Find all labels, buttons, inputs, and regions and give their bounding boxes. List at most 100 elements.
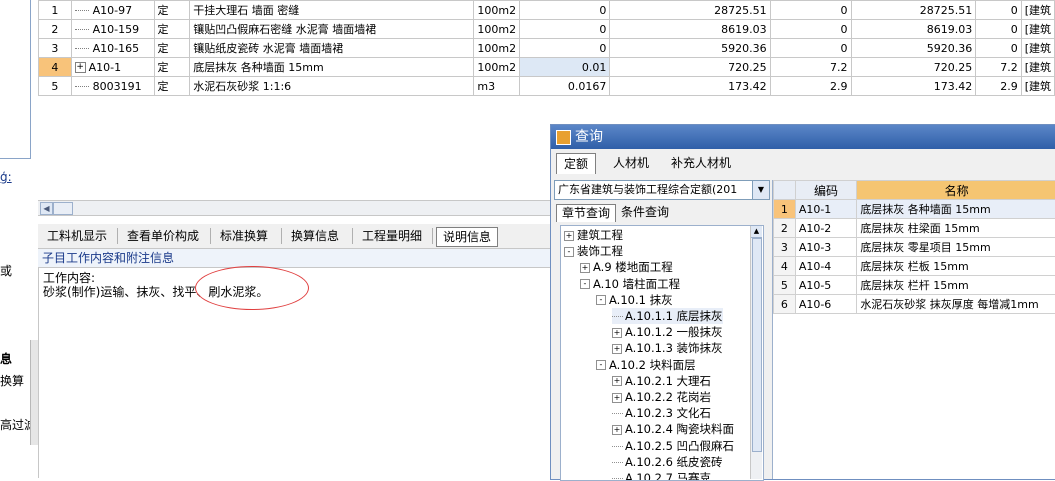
item-unit-price[interactable]: 5920.36 [610,39,770,58]
expand-icon[interactable]: + [612,376,622,386]
left-fragment-text[interactable]: 换算 [0,372,24,389]
tab-description[interactable]: 说明信息 [436,227,498,247]
expand-icon[interactable]: + [580,263,590,273]
item-category[interactable]: [建筑 [1021,77,1054,96]
tree-node[interactable]: +A.10.1.2 一般抹灰 [612,324,723,340]
item-unit[interactable]: m3 [474,77,520,96]
collapse-icon[interactable]: - [596,295,606,305]
item-unit[interactable]: 100m2 [474,58,520,77]
item-code-cell[interactable]: +A10-1 [71,58,154,77]
row-number[interactable]: 3 [39,39,72,58]
table-row[interactable]: 1A10-97定干挂大理石 墙面 密缝100m2028725.51028725.… [39,1,1055,20]
item-code-cell[interactable]: A10-165 [71,39,154,58]
result-index[interactable]: 4 [774,257,796,276]
result-index[interactable]: 3 [774,238,796,257]
item-total-amount[interactable]: 2.9 [976,77,1021,96]
item-code-cell[interactable]: A10-159 [71,20,154,39]
item-total-amount[interactable]: 0 [976,1,1021,20]
tab-condition-query[interactable]: 条件查询 [616,204,674,221]
item-quantity[interactable]: 0.01 [520,58,610,77]
item-category[interactable]: [建筑 [1021,20,1054,39]
row-number[interactable]: 1 [39,1,72,20]
row-number[interactable]: 2 [39,20,72,39]
result-name[interactable]: 底层抹灰 栏板 15mm [857,257,1055,276]
result-index[interactable]: 6 [774,295,796,314]
result-code[interactable]: A10-5 [795,276,857,295]
item-unit[interactable]: 100m2 [474,1,520,20]
tree-node[interactable]: +A.10.2.2 花岗岩 [612,389,711,405]
tree-node[interactable]: A.10.1.1 底层抹灰 [612,308,723,324]
result-row[interactable]: 3A10-3底层抹灰 零星项目 15mm [774,238,1055,257]
result-name[interactable]: 底层抹灰 各种墙面 15mm [857,200,1055,219]
result-index[interactable]: 2 [774,219,796,238]
result-row[interactable]: 2A10-2底层抹灰 柱梁面 15mm [774,219,1055,238]
item-unit-price[interactable]: 720.25 [610,58,770,77]
tree-node[interactable]: +A.10.2.1 大理石 [612,373,711,389]
item-total-amount[interactable]: 7.2 [976,58,1021,77]
item-unit[interactable]: 100m2 [474,20,520,39]
item-total-price[interactable]: 720.25 [851,58,976,77]
item-unit-price[interactable]: 8619.03 [610,20,770,39]
item-total-price[interactable]: 8619.03 [851,20,976,39]
scroll-thumb[interactable] [752,238,762,452]
tree-node[interactable]: A.10.2.3 文化石 [612,405,711,421]
table-row[interactable]: 4+A10-1定底层抹灰 各种墙面 15mm100m20.01720.257.2… [39,58,1055,77]
expand-icon[interactable]: + [612,328,622,338]
expand-icon[interactable]: + [564,231,574,241]
tree-node[interactable]: -A.10.2 块料面层 [596,357,696,373]
expand-icon[interactable]: + [612,425,622,435]
tree-node[interactable]: +建筑工程 [564,227,623,243]
item-amount[interactable]: 7.2 [770,58,851,77]
item-total-price[interactable]: 5920.36 [851,39,976,58]
item-name[interactable]: 镶贴凹凸假麻石密缝 水泥膏 墙面墙裙 [190,20,474,39]
expand-icon[interactable]: + [612,393,622,403]
collapse-icon[interactable]: - [580,279,590,289]
item-total-price[interactable]: 28725.51 [851,1,976,20]
item-code-cell[interactable]: 8003191 [71,77,154,96]
tree-node[interactable]: +A.9 楼地面工程 [580,259,673,275]
item-total-amount[interactable]: 0 [976,20,1021,39]
tree-node[interactable]: -A.10 墙柱面工程 [580,276,680,292]
item-type[interactable]: 定 [154,20,190,39]
grid-horizontal-scrollbar[interactable]: ◀ [38,200,550,216]
result-name[interactable]: 底层抹灰 零星项目 15mm [857,238,1055,257]
result-code[interactable]: A10-6 [795,295,857,314]
result-name[interactable]: 水泥石灰砂浆 抹灰厚度 每增减1mm [857,295,1055,314]
item-total-price[interactable]: 173.42 [851,77,976,96]
result-index[interactable]: 5 [774,276,796,295]
tree-node[interactable]: A.10.2.7 马赛克 [612,470,711,481]
result-code[interactable]: A10-3 [795,238,857,257]
expand-icon[interactable]: + [612,344,622,354]
dialog-title-bar[interactable]: 查询 [551,125,1055,149]
scroll-up-icon[interactable]: ▲ [751,226,762,238]
tree-node[interactable]: +A.10.2.4 陶瓷块料面 [612,421,734,437]
item-name[interactable]: 水泥石灰砂浆 1:1:6 [190,77,474,96]
result-row[interactable]: 6A10-6水泥石灰砂浆 抹灰厚度 每增减1mm [774,295,1055,314]
tab-unit-price[interactable]: 查看单价构成 [121,227,205,245]
collapse-icon[interactable]: - [564,247,574,257]
item-quantity[interactable]: 0 [520,1,610,20]
item-quantity[interactable]: 0 [520,39,610,58]
tree-node[interactable]: A.10.2.6 纸皮瓷砖 [612,454,723,470]
result-code[interactable]: A10-4 [795,257,857,276]
item-name[interactable]: 干挂大理石 墙面 密缝 [190,1,474,20]
left-fragment-link[interactable]: ģ: [0,170,12,184]
item-category[interactable]: [建筑 [1021,1,1054,20]
collapse-icon[interactable]: - [596,360,606,370]
tree-node[interactable]: -A.10.1 抹灰 [596,292,673,308]
tab-quantity-detail[interactable]: 工程量明细 [356,227,428,245]
item-code-cell[interactable]: A10-97 [71,1,154,20]
result-name[interactable]: 底层抹灰 栏杆 15mm [857,276,1055,295]
result-row[interactable]: 4A10-4底层抹灰 栏板 15mm [774,257,1055,276]
item-amount[interactable]: 2.9 [770,77,851,96]
tab-chapter-query[interactable]: 章节查询 [556,204,616,222]
table-row[interactable]: 3A10-165定镶贴纸皮瓷砖 水泥膏 墙面墙裙100m205920.36059… [39,39,1055,58]
tree-node[interactable]: -装饰工程 [564,243,623,259]
scroll-thumb[interactable] [53,202,73,215]
tree-vertical-scrollbar[interactable]: ▲ [750,226,762,479]
item-category[interactable]: [建筑 [1021,39,1054,58]
table-row[interactable]: 2A10-159定镶贴凹凸假麻石密缝 水泥膏 墙面墙裙100m208619.03… [39,20,1055,39]
item-type[interactable]: 定 [154,77,190,96]
tab-standard-conversion[interactable]: 标准换算 [214,227,274,245]
row-number[interactable]: 4 [39,58,72,77]
